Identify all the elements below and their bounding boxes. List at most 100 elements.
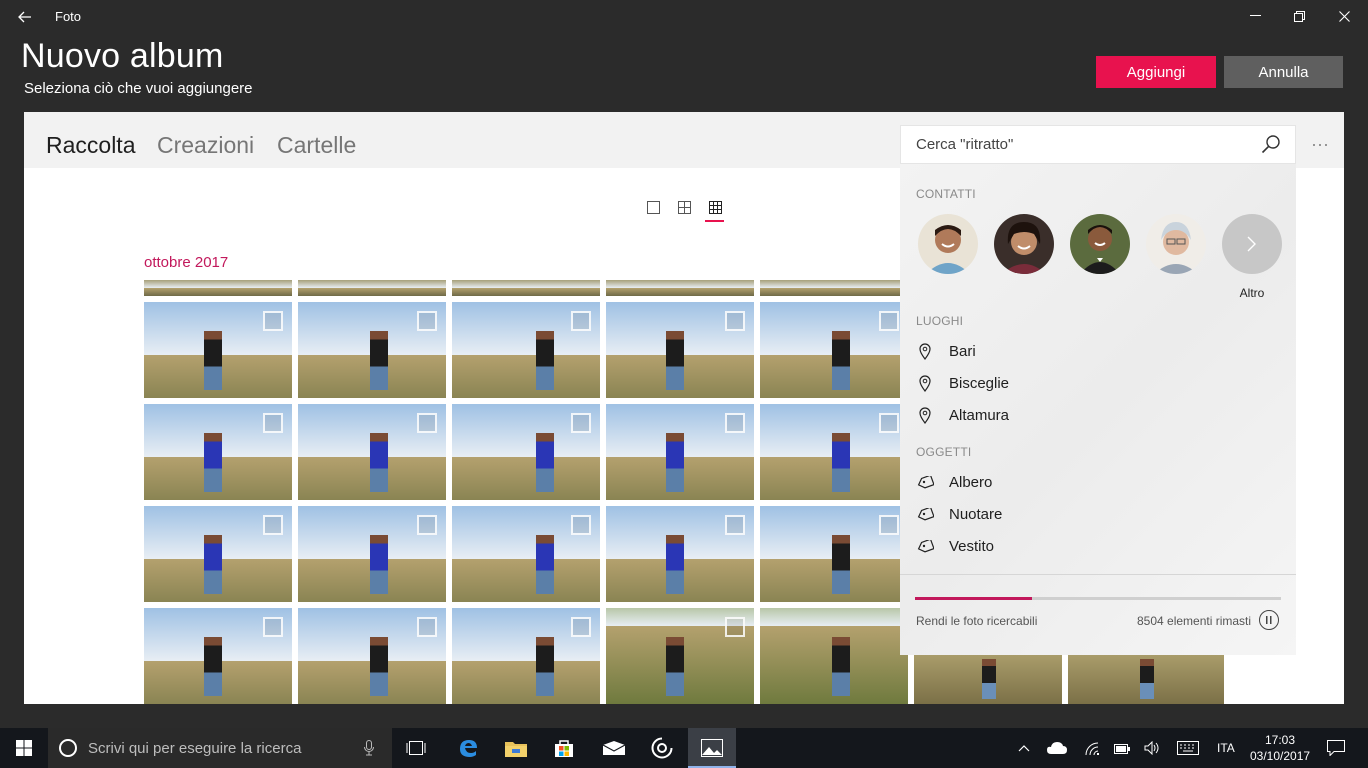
- tab-cartelle[interactable]: Cartelle: [277, 132, 356, 159]
- more-contacts-button[interactable]: [1222, 214, 1282, 274]
- active-view-indicator: [705, 220, 724, 222]
- photo-thumbnail[interactable]: [760, 302, 908, 398]
- object-item[interactable]: Nuotare: [916, 503, 1002, 525]
- touch-keyboard-button[interactable]: [1174, 728, 1202, 768]
- photo-select-checkbox[interactable]: [725, 311, 745, 331]
- network-button[interactable]: [1080, 728, 1104, 768]
- photo-thumbnail[interactable]: [606, 302, 754, 398]
- close-icon: [1338, 10, 1350, 22]
- start-button[interactable]: [0, 728, 48, 768]
- onedrive-button[interactable]: [1044, 728, 1070, 768]
- more-options-button[interactable]: ···: [1296, 128, 1344, 160]
- photo-select-checkbox[interactable]: [417, 311, 437, 331]
- photo-select-checkbox[interactable]: [571, 515, 591, 535]
- photo-thumbnail[interactable]: [1068, 655, 1224, 704]
- pause-indexing-button[interactable]: [1259, 610, 1279, 630]
- photo-select-checkbox[interactable]: [417, 413, 437, 433]
- photo-thumbnail[interactable]: [144, 506, 292, 602]
- photo-thumbnail[interactable]: [760, 608, 908, 704]
- back-button[interactable]: [10, 4, 40, 30]
- photo-thumbnail[interactable]: [452, 608, 600, 704]
- photo-select-checkbox[interactable]: [571, 617, 591, 637]
- action-center-button[interactable]: [1322, 728, 1350, 768]
- photos-icon: [701, 739, 723, 757]
- battery-button[interactable]: [1110, 728, 1134, 768]
- search-button[interactable]: [1261, 134, 1283, 156]
- input-language[interactable]: ITA: [1217, 741, 1235, 755]
- photo-thumbnail[interactable]: [144, 280, 292, 296]
- search-box: [900, 125, 1296, 164]
- photo-thumbnail[interactable]: [298, 608, 446, 704]
- photo-select-checkbox[interactable]: [725, 515, 745, 535]
- contact-avatar[interactable]: [918, 214, 978, 274]
- task-view-icon: [406, 741, 426, 755]
- photo-thumbnail[interactable]: [298, 280, 446, 296]
- photo-thumbnail[interactable]: [144, 302, 292, 398]
- file-explorer-button[interactable]: [492, 728, 540, 768]
- photo-select-checkbox[interactable]: [263, 311, 283, 331]
- photo-select-checkbox[interactable]: [725, 617, 745, 637]
- store-button[interactable]: [540, 728, 588, 768]
- volume-button[interactable]: [1140, 728, 1164, 768]
- object-item[interactable]: Vestito: [916, 535, 994, 557]
- cancel-button[interactable]: Annulla: [1224, 56, 1343, 88]
- place-item[interactable]: Altamura: [916, 404, 1009, 426]
- photo-thumbnail[interactable]: [606, 280, 754, 296]
- clock[interactable]: 17:03 03/10/2017: [1250, 732, 1310, 764]
- place-item[interactable]: Bisceglie: [916, 372, 1009, 394]
- medium-grid-view-icon[interactable]: [675, 198, 693, 216]
- object-item[interactable]: Albero: [916, 471, 992, 493]
- taskbar-search[interactable]: Scrivi qui per eseguire la ricerca: [48, 728, 392, 768]
- photo-thumbnail[interactable]: [452, 506, 600, 602]
- photo-thumbnail[interactable]: [760, 404, 908, 500]
- photo-select-checkbox[interactable]: [263, 515, 283, 535]
- photo-thumbnail[interactable]: [760, 280, 908, 296]
- photo-thumbnail[interactable]: [144, 608, 292, 704]
- photo-thumbnail[interactable]: [606, 608, 754, 704]
- close-button[interactable]: [1321, 0, 1367, 32]
- small-grid-view-icon[interactable]: [706, 198, 724, 216]
- photo-select-checkbox[interactable]: [725, 413, 745, 433]
- photo-select-checkbox[interactable]: [879, 311, 899, 331]
- photo-select-checkbox[interactable]: [571, 413, 591, 433]
- photo-subject: [832, 330, 850, 391]
- month-heading: ottobre 2017: [144, 254, 229, 271]
- photo-select-checkbox[interactable]: [879, 515, 899, 535]
- photo-thumbnail[interactable]: [144, 404, 292, 500]
- indexing-status-label: Rendi le foto ricercabili: [916, 614, 1038, 628]
- photo-thumbnail[interactable]: [914, 655, 1062, 704]
- task-view-button[interactable]: [392, 728, 440, 768]
- photo-thumbnail[interactable]: [298, 404, 446, 500]
- photo-thumbnail[interactable]: [606, 506, 754, 602]
- photo-select-checkbox[interactable]: [263, 617, 283, 637]
- photo-thumbnail[interactable]: [606, 404, 754, 500]
- photo-thumbnail[interactable]: [452, 302, 600, 398]
- photo-select-checkbox[interactable]: [263, 413, 283, 433]
- place-label: Bisceglie: [949, 374, 1010, 392]
- photo-thumbnail[interactable]: [452, 280, 600, 296]
- restore-button[interactable]: [1276, 0, 1322, 32]
- contact-avatar[interactable]: [1146, 214, 1206, 274]
- photo-select-checkbox[interactable]: [879, 413, 899, 433]
- photo-select-checkbox[interactable]: [417, 617, 437, 637]
- mail-button[interactable]: [590, 728, 638, 768]
- search-icon: [1261, 135, 1280, 154]
- add-button[interactable]: Aggiungi: [1096, 56, 1216, 88]
- contact-avatar[interactable]: [1070, 214, 1130, 274]
- minimize-button[interactable]: [1232, 0, 1278, 32]
- photo-thumbnail[interactable]: [760, 506, 908, 602]
- photo-thumbnail[interactable]: [298, 302, 446, 398]
- edge-button[interactable]: [444, 728, 492, 768]
- tab-creazioni[interactable]: Creazioni: [157, 132, 254, 159]
- contact-avatar[interactable]: [994, 214, 1054, 274]
- groove-button[interactable]: [638, 728, 686, 768]
- photo-thumbnail[interactable]: [298, 506, 446, 602]
- photo-thumbnail[interactable]: [452, 404, 600, 500]
- single-view-icon[interactable]: [644, 198, 662, 216]
- search-input[interactable]: [916, 136, 1246, 153]
- show-hidden-icons-button[interactable]: [1014, 728, 1034, 768]
- place-item[interactable]: Bari: [916, 340, 976, 362]
- photo-select-checkbox[interactable]: [571, 311, 591, 331]
- photo-select-checkbox[interactable]: [417, 515, 437, 535]
- tab-raccolta[interactable]: Raccolta: [46, 132, 135, 159]
